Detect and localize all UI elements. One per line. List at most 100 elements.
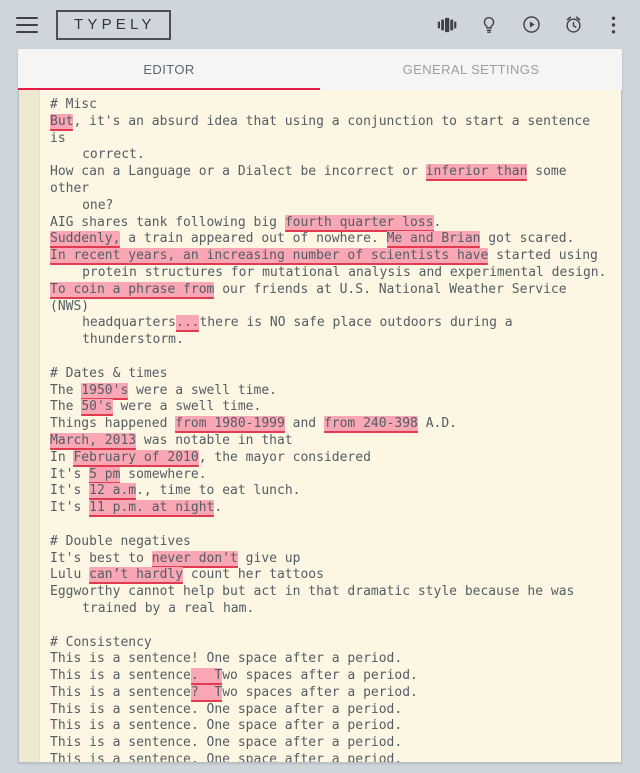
editor-text: This is a sentence. One space after a pe… <box>50 718 403 734</box>
grammar-highlight[interactable]: . T <box>190 668 223 686</box>
editor-text: The <box>50 399 82 415</box>
editor-line: In February of 2010, the mayor considere… <box>50 449 613 467</box>
editor-text: This is a sentence. One space after a pe… <box>50 752 403 762</box>
editor-text: This is a sentence. One space after a pe… <box>50 701 403 717</box>
app-logo[interactable]: TYPELY <box>56 9 171 40</box>
hamburger-bar <box>16 23 38 26</box>
app-header: TYPELY <box>0 0 640 49</box>
editor-text: This is a sentence <box>50 668 191 684</box>
tab-general-settings[interactable]: GENERAL SETTINGS <box>320 49 622 90</box>
editor-text: The <box>50 382 82 398</box>
editor-text-area[interactable]: # Misc But, it's an absurd idea that usin… <box>40 90 621 762</box>
editor-line: This is a sentence? Two spaces after a p… <box>50 684 613 702</box>
play-circle-icon[interactable] <box>516 10 546 40</box>
grammar-highlight[interactable]: 11 p.m. at night <box>89 500 215 518</box>
editor-line-content: This is a sentence? Two spaces after a p… <box>50 684 418 702</box>
editor-text: count her tattoos <box>183 567 324 583</box>
editor-line-content: But, it's an absurd idea that using a co… <box>50 113 598 146</box>
tab-active-underline <box>18 88 320 90</box>
editor-text: one? <box>82 197 114 213</box>
tab-editor[interactable]: EDITOR <box>18 49 320 90</box>
grammar-highlight[interactable]: inferior than <box>425 164 528 182</box>
editor-text: give up <box>237 550 301 566</box>
grammar-highlight[interactable]: 5 pm <box>89 466 121 484</box>
grammar-highlight[interactable]: But <box>50 113 74 131</box>
editor-line-content: This is a sentence. One space after a pe… <box>50 718 402 733</box>
editor-text: # Misc <box>50 97 97 112</box>
editor-text: got scared. <box>480 231 575 247</box>
grammar-highlight[interactable]: ... <box>176 315 200 333</box>
grammar-highlight[interactable]: To coin a phrase from <box>50 281 215 299</box>
editor-line: The 50's were a swell time. <box>50 399 613 417</box>
hamburger-icon[interactable] <box>16 16 38 33</box>
editor-line: This is a sentence! One space after a pe… <box>50 651 613 668</box>
editor-line-indent: headquarters...there is NO safe place ou… <box>50 315 613 349</box>
editor-text: were a swell time. <box>128 382 277 398</box>
editor-line: This is a sentence. One space after a pe… <box>50 752 613 762</box>
editor-line: trained by a real ham. <box>50 601 613 618</box>
grammar-highlight[interactable]: fourth quarter loss <box>284 214 434 232</box>
editor-text: was notable in that <box>136 432 293 448</box>
grammar-highlight[interactable]: In recent years, an increasing number of… <box>50 248 489 266</box>
editor-line-content: # Dates & times <box>50 366 167 381</box>
grammar-highlight[interactable]: can’t hardly <box>89 567 184 585</box>
editor-text: ., time to eat lunch. <box>136 483 301 499</box>
editor-line: # Double negatives <box>50 534 613 551</box>
editor-text: wo spaces after a period. <box>222 668 418 684</box>
grammar-highlight[interactable]: never don't <box>151 550 238 568</box>
editor-text: How can a Language or a Dialect be incor… <box>50 164 426 180</box>
vibrate-icon[interactable] <box>432 10 462 40</box>
editor-line-content: It's 12 a.m., time to eat lunch. <box>50 483 301 501</box>
editor-line: This is a sentence. One space after a pe… <box>50 735 613 752</box>
editor-line-content: It's 11 p.m. at night. <box>50 500 223 518</box>
editor-text: It's best to <box>50 550 152 566</box>
editor-line: It's 12 a.m., time to eat lunch. <box>50 483 613 501</box>
editor-line: # Dates & times <box>50 366 613 383</box>
editor-text: trained by a real ham. <box>82 600 255 616</box>
editor-line: correct. <box>50 147 613 164</box>
grammar-highlight[interactable]: 50's <box>81 399 113 417</box>
grammar-highlight[interactable]: 12 a.m <box>89 483 137 501</box>
editor-line: It's 11 p.m. at night. <box>50 500 613 518</box>
editor-line: In recent years, an increasing number of… <box>50 248 613 266</box>
editor-text: This is a sentence. One space after a pe… <box>50 735 403 751</box>
grammar-highlight[interactable]: 1950's <box>81 382 129 400</box>
grammar-highlight[interactable]: March, 2013 <box>50 432 137 450</box>
editor-panel: # Misc But, it's an absurd idea that usin… <box>18 90 622 763</box>
more-vertical-icon[interactable] <box>598 10 628 40</box>
editor-line: The 1950's were a swell time. <box>50 382 613 400</box>
lightbulb-icon[interactable] <box>474 10 504 40</box>
grammar-highlight[interactable]: February of 2010 <box>73 449 199 467</box>
editor-text: and <box>284 416 324 432</box>
editor-text: This is a sentence! One space after a pe… <box>50 651 403 667</box>
editor-text: Lulu <box>50 567 90 583</box>
editor-text: . <box>214 500 223 516</box>
editor-line: It's 5 pm somewhere. <box>50 466 613 484</box>
editor-line-content: # Misc <box>50 97 97 112</box>
grammar-highlight[interactable]: Suddenly, <box>50 231 121 249</box>
editor-line-content: This is a sentence. Two spaces after a p… <box>50 668 418 686</box>
tab-bar: EDITOR GENERAL SETTINGS <box>18 49 622 90</box>
editor-line-content: # Consistency <box>50 635 152 650</box>
grammar-highlight[interactable]: Me and Brian <box>386 231 481 249</box>
grammar-highlight[interactable]: from 240-398 <box>323 416 418 434</box>
editor-line: This is a sentence. One space after a pe… <box>50 718 613 735</box>
alarm-clock-icon[interactable] <box>558 10 588 40</box>
editor-line-content: This is a sentence. One space after a pe… <box>50 702 402 717</box>
editor-text: It's <box>50 500 90 516</box>
editor-line-content: It's best to never don't give up <box>50 550 301 568</box>
editor-line-content: March, 2013 was notable in that <box>50 432 293 450</box>
editor-line: This is a sentence. One space after a pe… <box>50 702 613 719</box>
editor-line: How can a Language or a Dialect be incor… <box>50 164 613 198</box>
editor-line: March, 2013 was notable in that <box>50 432 613 450</box>
editor-text: , the mayor considered <box>198 449 371 465</box>
grammar-highlight[interactable]: ? T <box>190 684 223 702</box>
editor-line-indent: protein structures for mutational analys… <box>50 265 606 282</box>
editor-text: In <box>50 449 74 465</box>
editor-line: # Consistency <box>50 635 613 652</box>
grammar-highlight[interactable]: from 1980-1999 <box>175 416 285 434</box>
editor-line-content: In February of 2010, the mayor considere… <box>50 449 371 467</box>
editor-line-content: To coin a phrase from our friends at U.S… <box>50 281 574 314</box>
editor-line: Lulu can’t hardly count her tattoos <box>50 567 613 585</box>
